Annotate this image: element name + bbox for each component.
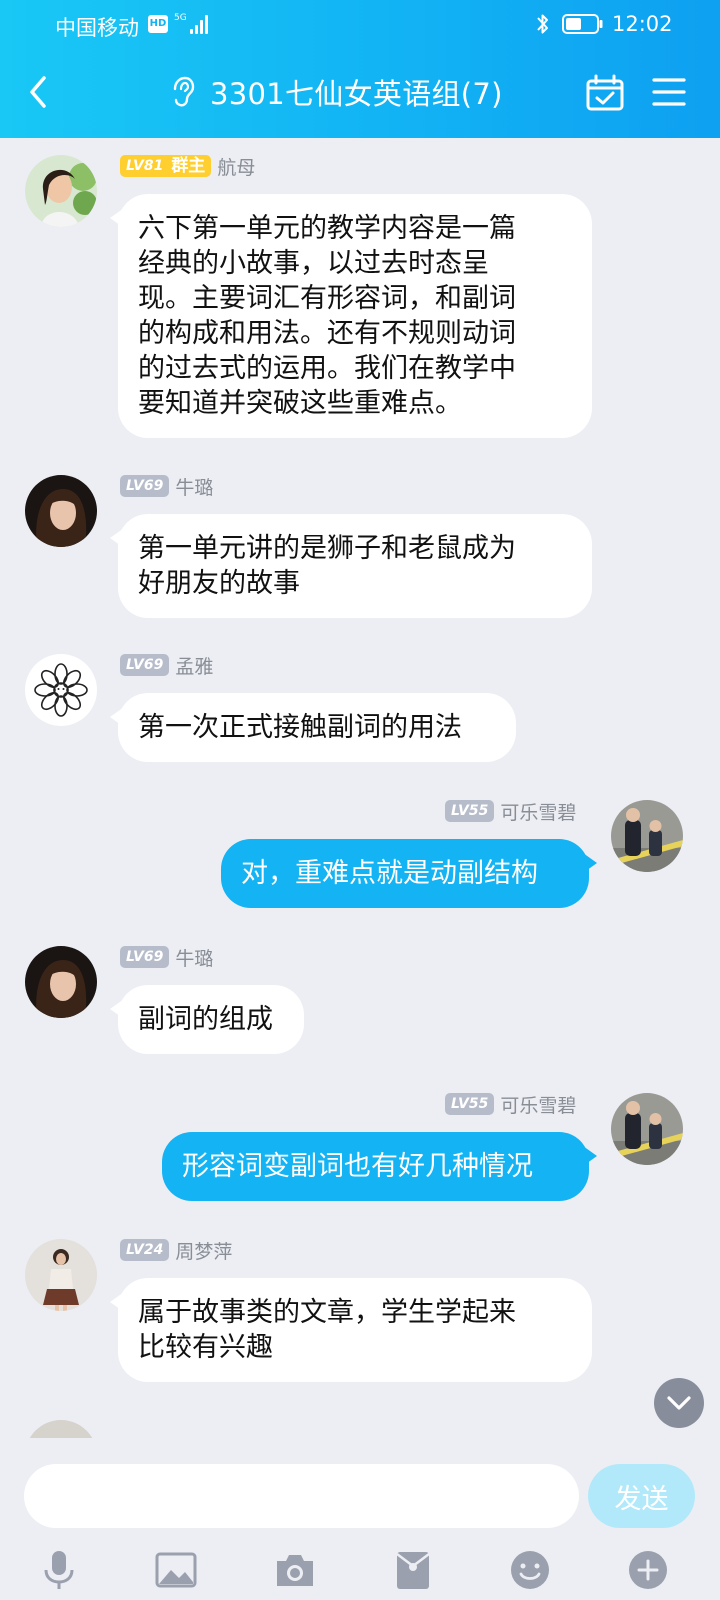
avatar[interactable] <box>25 946 97 1018</box>
message-line: 副词的组成 <box>138 1004 273 1035</box>
sender-name[interactable]: 牛璐 <box>175 473 213 500</box>
top-bar: 中国移动 HD 5G 12:02 3301七仙女英语组(7) <box>0 0 720 138</box>
carrier-name: 中国移动 <box>55 16 139 40</box>
bluetooth-icon <box>537 14 548 34</box>
message-line: 六下第一单元的教学内容是一篇 <box>138 213 516 244</box>
sender-info: LV55 可乐雪碧 <box>445 1091 576 1118</box>
message-bubble[interactable]: 对，重难点就是动副结构 <box>221 839 597 908</box>
avatar[interactable] <box>25 1239 97 1311</box>
chevron-down-icon <box>667 1396 691 1410</box>
plus-icon[interactable] <box>625 1548 671 1592</box>
message-bubble[interactable]: 形容词变副词也有好几种情况 <box>162 1132 597 1201</box>
level-badge: LV69 <box>120 654 170 676</box>
camera-icon[interactable] <box>272 1548 318 1592</box>
back-arrow-icon[interactable] <box>22 72 56 112</box>
sender-info: LV69 牛璐 <box>120 944 213 971</box>
message-line: 比较有兴趣 <box>138 1332 273 1363</box>
signal-icon <box>180 14 208 34</box>
status-bar: 中国移动 HD 5G 12:02 <box>0 0 720 50</box>
message-bubble[interactable]: 属于故事类的文章，学生学起来 比较有兴趣 <box>110 1278 592 1382</box>
microphone-icon[interactable] <box>36 1548 82 1592</box>
level-badge: LV69 <box>120 946 170 968</box>
level-badge: LV24 <box>120 1239 170 1261</box>
red-packet-icon[interactable] <box>390 1548 436 1592</box>
sender-info: LV69 牛璐 <box>120 473 213 500</box>
message-line: 对，重难点就是动副结构 <box>241 858 538 889</box>
level-badge: LV69 <box>120 475 170 497</box>
sender-info: LV55 可乐雪碧 <box>445 798 576 825</box>
message-line: 现。主要词汇有形容词，和副词 <box>138 283 516 314</box>
message-line: 形容词变副词也有好几种情况 <box>182 1151 533 1182</box>
sender-info: LV69 孟雅 <box>120 652 213 679</box>
sender-info: LV24 周梦萍 <box>120 1237 232 1264</box>
message-line: 的构成和用法。还有不规则动词 <box>138 318 516 349</box>
sender-name[interactable]: 可乐雪碧 <box>500 798 576 825</box>
message-line: 第一单元讲的是狮子和老鼠成为 <box>138 533 516 564</box>
message-line: 好朋友的故事 <box>138 568 300 599</box>
scroll-to-bottom-button[interactable] <box>654 1378 704 1428</box>
message-list[interactable]: LV81 群主 航母 六下第一单元的教学内容是一篇 经典的小故事，以过去时态呈 现… <box>0 138 720 1438</box>
sender-name[interactable]: 航母 <box>217 153 255 180</box>
avatar[interactable] <box>25 475 97 547</box>
message-input[interactable] <box>24 1464 579 1528</box>
avatar[interactable] <box>611 800 683 872</box>
sender-info: LV81 群主 航母 <box>120 153 255 180</box>
send-button[interactable]: 发送 <box>588 1464 695 1528</box>
avatar[interactable] <box>25 1420 97 1438</box>
sender-name[interactable]: 可乐雪碧 <box>500 1091 576 1118</box>
message-line: 要知道并突破这些重难点。 <box>138 388 462 419</box>
sender-name[interactable]: 孟雅 <box>175 652 213 679</box>
message-bubble[interactable]: 六下第一单元的教学内容是一篇 经典的小故事，以过去时态呈 现。主要词汇有形容词，… <box>110 194 592 438</box>
message-line: 经典的小故事，以过去时态呈 <box>138 248 489 279</box>
ear-icon <box>173 76 195 107</box>
emoji-icon[interactable] <box>507 1548 553 1592</box>
chat-title-group[interactable]: 3301七仙女英语组(7) <box>170 72 503 112</box>
composer: 发送 <box>0 1438 720 1600</box>
avatar[interactable] <box>25 654 97 726</box>
sender-name[interactable]: 周梦萍 <box>175 1237 232 1264</box>
clock: 12:02 <box>612 12 673 36</box>
calendar-check-icon[interactable] <box>585 74 625 112</box>
level-badge: LV55 <box>445 1093 495 1115</box>
menu-icon[interactable] <box>652 76 686 108</box>
battery-icon <box>562 14 603 34</box>
level-badge: LV55 <box>445 800 495 822</box>
hd-badge: HD <box>148 15 168 33</box>
avatar[interactable] <box>611 1093 683 1165</box>
message-line: 的过去式的运用。我们在教学中 <box>138 353 516 384</box>
message-line: 第一次正式接触副词的用法 <box>138 712 462 743</box>
level-badge: LV81 <box>120 155 170 177</box>
sender-name[interactable]: 牛璐 <box>175 944 213 971</box>
chat-title: 3301七仙女英语组(7) <box>210 77 503 111</box>
avatar[interactable] <box>25 155 97 227</box>
message-line: 属于故事类的文章，学生学起来 <box>138 1297 516 1328</box>
message-bubble[interactable]: 第一次正式接触副词的用法 <box>110 693 516 762</box>
image-icon[interactable] <box>153 1548 199 1592</box>
group-owner-badge: 群主 <box>169 155 212 177</box>
message-bubble[interactable]: 副词的组成 <box>110 985 304 1054</box>
message-bubble[interactable]: 第一单元讲的是狮子和老鼠成为 好朋友的故事 <box>110 514 592 618</box>
